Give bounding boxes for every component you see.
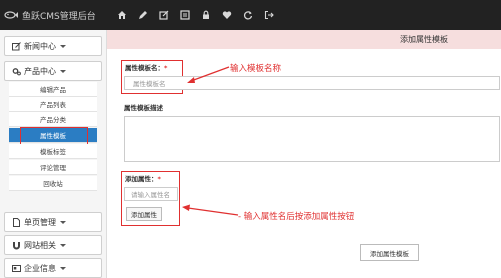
sidebar-group-company[interactable]: 企业信息 [4, 258, 102, 278]
annotation-name-hint: 输入模板名称 [230, 64, 282, 74]
template-name-input[interactable]: 属性模板名 [124, 76, 500, 90]
pencil-icon[interactable] [134, 6, 152, 24]
top-navbar: 鱼跃CMS管理后台 [0, 0, 501, 30]
list-icon[interactable] [176, 6, 194, 24]
sidebar-item-recycle-bin[interactable]: 回收站 [9, 176, 97, 191]
sidebar-item-template-tags[interactable]: 模板标签 [9, 144, 97, 159]
edit-icon[interactable] [155, 6, 173, 24]
sidebar-item-edit-product[interactable]: 编辑产品 [9, 82, 97, 97]
sidebar-group-label: 网站相关 [24, 240, 56, 250]
page-title: 添加属性模板 [400, 35, 448, 44]
logout-icon[interactable] [260, 6, 278, 24]
sidebar-item-label: 回收站 [43, 180, 63, 188]
fish-logo-icon [4, 8, 18, 22]
add-attribute-button[interactable]: 添加属性 [126, 207, 162, 221]
annotation-arrow-icon [187, 66, 230, 83]
brand[interactable]: 鱼跃CMS管理后台 [0, 0, 107, 30]
submit-button[interactable]: 添加属性模板 [360, 244, 419, 261]
top-toolbar [113, 0, 281, 30]
heart-icon[interactable] [218, 6, 236, 24]
page-header: 添加属性模板 [107, 30, 501, 49]
sidebar-item-attribute-template[interactable]: 属性模板 [9, 127, 97, 145]
description-textarea[interactable] [124, 116, 500, 162]
chevron-down-icon [60, 44, 66, 48]
chevron-down-icon [60, 69, 66, 73]
file-icon [12, 217, 21, 227]
home-icon[interactable] [113, 6, 131, 24]
chevron-down-icon [60, 266, 66, 270]
cogs-icon [12, 67, 21, 76]
required-mark: * [164, 64, 168, 72]
sidebar-group-pages[interactable]: 单页管理 [4, 212, 102, 232]
sidebar-item-product-category[interactable]: 产品分类 [9, 112, 97, 127]
card-icon [12, 264, 21, 273]
lock-icon[interactable] [197, 6, 215, 24]
sidebar: 新闻中心 产品中心 编辑产品 产品列表 产品分类 属性模板 模板标签 评论管理 … [0, 30, 107, 278]
sidebar-item-label: 评论管理 [40, 164, 66, 172]
sidebar-group-label: 单页管理 [24, 217, 56, 227]
sidebar-group-label: 产品中心 [24, 66, 56, 76]
sidebar-item-label: 产品分类 [40, 116, 66, 124]
edit-icon [12, 41, 21, 51]
sidebar-group-products[interactable]: 产品中心 [4, 61, 102, 81]
sidebar-item-product-list[interactable]: 产品列表 [9, 97, 97, 112]
sidebar-item-comments[interactable]: 评论管理 [9, 160, 97, 175]
template-name-label: 属性模板名：* [125, 62, 167, 72]
app-title: 鱼跃CMS管理后台 [22, 11, 96, 22]
input-placeholder: 属性模板名 [133, 80, 166, 88]
chevron-down-icon [60, 243, 66, 247]
chevron-down-icon [60, 220, 66, 224]
sidebar-group-news[interactable]: 新闻中心 [4, 36, 102, 56]
attribute-name-input[interactable]: 请输入属性名 [124, 187, 178, 201]
label-text: 属性模板名： [125, 64, 164, 72]
required-mark: * [157, 175, 161, 183]
sidebar-item-label: 编辑产品 [40, 86, 66, 94]
annotation-attribute-hint: - 输入属性名后按添加属性按钮 [238, 210, 354, 222]
refresh-icon[interactable] [239, 6, 257, 24]
magnet-icon [12, 241, 21, 250]
input-placeholder: 请输入属性名 [131, 191, 170, 199]
sidebar-group-label: 新闻中心 [24, 41, 56, 51]
annotation-attribute-hint-text: 输入属性名后按添加属性按钮 [243, 212, 355, 222]
sidebar-group-label: 企业信息 [24, 263, 56, 273]
sidebar-item-label: 模板标签 [40, 148, 66, 156]
sidebar-item-label: 产品列表 [40, 101, 66, 109]
annotation-arrow-icon [182, 204, 239, 216]
label-text: 添加属性： [125, 175, 158, 183]
add-attribute-label: 添加属性：* [125, 173, 161, 183]
description-label: 属性模板描述 [124, 104, 163, 112]
sidebar-group-site[interactable]: 网站相关 [4, 235, 102, 255]
sidebar-item-label: 属性模板 [40, 132, 66, 140]
